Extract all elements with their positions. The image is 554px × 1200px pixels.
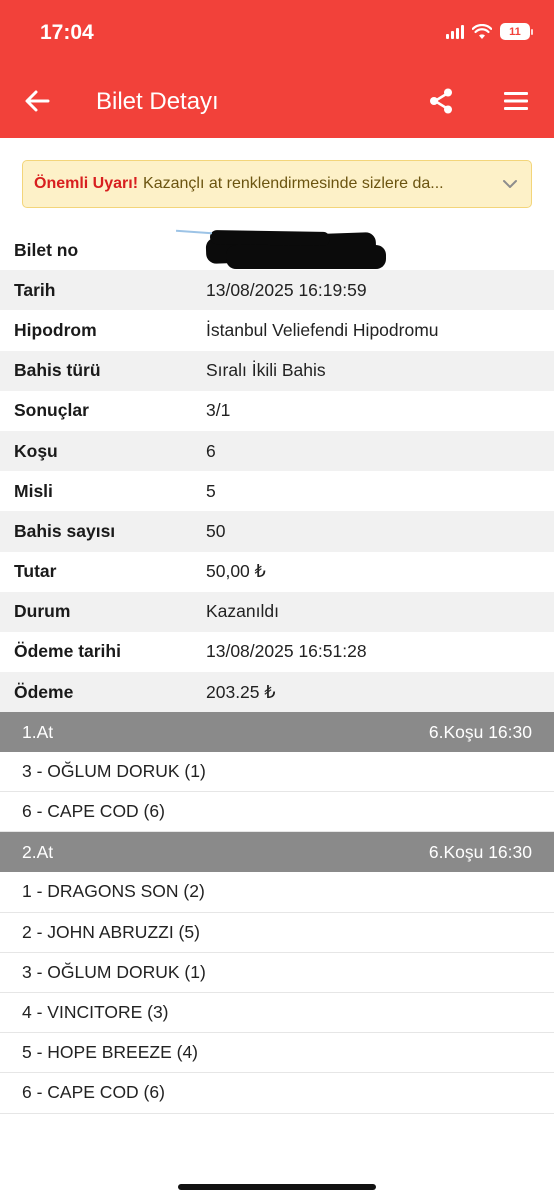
detail-row-race: Koşu 6 (0, 430, 554, 472)
warning-text: Kazançlı at renklendirmesinde sizlere da… (143, 175, 444, 192)
detail-row-amount: Tutar 50,00 ₺ (0, 552, 554, 592)
list-item: 3 - OĞLUM DORUK (1) (0, 752, 554, 793)
back-button[interactable] (22, 86, 52, 116)
section-title: 1.At (22, 721, 54, 742)
warning-title: Önemli Uyarı! (34, 175, 139, 192)
share-button[interactable] (426, 86, 456, 116)
detail-label: Tarih (14, 279, 56, 300)
list-item: 5 - HOPE BREEZE (4) (0, 1033, 554, 1074)
status-time: 17:04 (40, 21, 94, 44)
status-icons: 11 (446, 23, 533, 40)
detail-label: Sonuçlar (14, 400, 89, 421)
detail-value: 13/08/2025 16:19:59 (206, 279, 367, 300)
wifi-icon (472, 23, 492, 39)
detail-label: Hipodrom (14, 319, 97, 340)
detail-row-payment: Ödeme 203.25 ₺ (0, 672, 554, 713)
detail-row-payment-date: Ödeme tarihi 13/08/2025 16:51:28 (0, 632, 554, 672)
section-race: 6.Koşu 16:30 (428, 721, 532, 742)
list-item: 6 - CAPE COD (6) (0, 1073, 554, 1114)
detail-value: 6 (206, 440, 216, 461)
menu-button[interactable] (502, 88, 530, 114)
ticket-details-table: Bilet no Tarih 13/08/2025 16:19:59 Hipod… (0, 229, 554, 713)
section-header-first-horse: 1.At 6.Koşu 16:30 (0, 712, 554, 752)
list-item: 1 - DRAGONS SON (2) (0, 872, 554, 913)
detail-label: Bilet no (14, 239, 79, 260)
detail-value: Sıralı İkili Bahis (206, 360, 326, 381)
detail-value: 13/08/2025 16:51:28 (206, 641, 367, 662)
detail-label: Bahis sayısı (14, 520, 116, 541)
chevron-down-icon[interactable] (501, 175, 519, 193)
battery-icon: 11 (500, 23, 533, 40)
detail-label: Tutar (14, 561, 57, 582)
warning-banner[interactable]: Önemli Uyarı! Kazançlı at renklendirmesi… (22, 160, 532, 208)
battery-level: 11 (509, 25, 521, 38)
section-race: 6.Koşu 16:30 (428, 841, 532, 862)
detail-value: İstanbul Veliefendi Hipodromu (206, 319, 439, 340)
detail-value: 50 (206, 520, 226, 541)
home-indicator[interactable] (178, 1184, 376, 1190)
detail-value: 50,00 ₺ (206, 561, 266, 582)
detail-row-bet-type: Bahis türü Sıralı İkili Bahis (0, 350, 554, 391)
list-item: 3 - OĞLUM DORUK (1) (0, 953, 554, 993)
page-title: Bilet Detayı (96, 88, 219, 115)
detail-value: Kazanıldı (206, 601, 279, 622)
list-item: 2 - JOHN ABRUZZI (5) (0, 913, 554, 953)
detail-row-bet-count: Bahis sayısı 50 (0, 511, 554, 552)
detail-label: Ödeme tarihi (14, 641, 121, 662)
section-title: 2.At (22, 841, 54, 862)
detail-value: 5 (206, 480, 216, 501)
list-item: 6 - CAPE COD (6) (0, 792, 554, 833)
detail-value: 3/1 (206, 400, 231, 421)
detail-label: Ödeme (14, 681, 74, 702)
detail-value (175, 229, 406, 270)
detail-row-ticket-no: Bilet no (0, 229, 554, 270)
share-icon (430, 88, 452, 114)
app-header: 17:04 11 Bilet Detayı (0, 0, 554, 138)
detail-row-status: Durum Kazanıldı (0, 591, 554, 632)
redacted-ticket-number (175, 229, 406, 270)
detail-label: Misli (14, 480, 53, 501)
detail-label: Bahis türü (14, 360, 101, 381)
detail-label: Koşu (14, 440, 58, 461)
list-item: 4 - VINCITORE (3) (0, 993, 554, 1034)
detail-value: 203.25 ₺ (206, 681, 276, 702)
horse-selections: 1.At 6.Koşu 16:30 3 - OĞLUM DORUK (1) 6 … (0, 712, 554, 1114)
detail-row-results: Sonuçlar 3/1 (0, 391, 554, 431)
detail-row-date: Tarih 13/08/2025 16:19:59 (0, 270, 554, 311)
arrow-left-icon (25, 90, 50, 112)
detail-label: Durum (14, 601, 71, 622)
cellular-signal-icon (446, 24, 464, 39)
hamburger-menu-icon (504, 92, 528, 110)
detail-row-hippodrome: Hipodrom İstanbul Veliefendi Hipodromu (0, 310, 554, 350)
section-header-second-horse: 2.At 6.Koşu 16:30 (0, 832, 554, 873)
detail-row-multiplier: Misli 5 (0, 471, 554, 511)
